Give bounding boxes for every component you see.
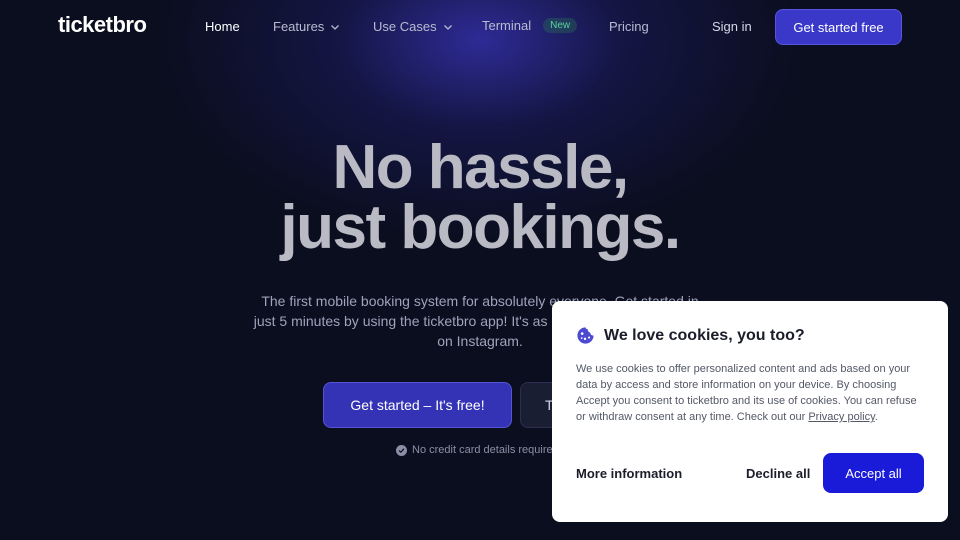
cookie-icon — [577, 327, 594, 344]
get-started-free-button[interactable]: Get started free — [775, 9, 902, 45]
nav-link-use-cases[interactable]: Use Cases — [373, 19, 453, 34]
cookie-body-end: . — [874, 411, 878, 423]
get-started-button[interactable]: Get started – It's free! — [323, 382, 512, 428]
hero-title-line-2: just bookings. — [280, 193, 681, 262]
nav-link-label: Features — [273, 19, 325, 34]
no-credit-card-note: No credit card details required — [396, 444, 559, 456]
privacy-policy-link[interactable]: Privacy policy — [808, 411, 874, 423]
note-text: No credit card details required — [412, 444, 559, 456]
nav-link-home[interactable]: Home — [205, 19, 240, 34]
sign-in-link[interactable]: Sign in — [712, 19, 752, 34]
nav-link-label: Home — [205, 19, 240, 34]
hero-title: No hassle, just bookings. — [0, 137, 960, 259]
more-information-button[interactable]: More information — [576, 466, 682, 481]
chevron-down-icon — [443, 24, 452, 30]
nav-link-label: Use Cases — [373, 19, 437, 34]
chevron-down-icon — [331, 24, 340, 30]
check-circle-icon — [396, 444, 407, 456]
hero-title-line-1: No hassle, — [332, 133, 629, 202]
nav-link-pricing[interactable]: Pricing — [609, 19, 649, 34]
top-navigation: ticketbro Home Features Use Cases Termin… — [0, 0, 960, 54]
accept-all-button[interactable]: Accept all — [823, 453, 924, 493]
nav-link-label: Terminal — [482, 18, 532, 33]
cookie-dialog-title: We love cookies, you too? — [604, 326, 805, 344]
logo[interactable]: ticketbro — [58, 12, 147, 38]
new-badge: New — [543, 18, 578, 33]
cookie-dialog-body: We use cookies to offer personalized con… — [576, 361, 928, 425]
nav-link-terminal[interactable]: Terminal New — [482, 18, 578, 33]
cookie-dialog-header: We love cookies, you too? — [576, 326, 805, 345]
cookie-consent-dialog: We love cookies, you too? We use cookies… — [552, 301, 948, 522]
decline-all-button[interactable]: Decline all — [746, 466, 810, 481]
nav-link-label: Pricing — [609, 19, 649, 34]
nav-link-features[interactable]: Features — [273, 19, 340, 34]
